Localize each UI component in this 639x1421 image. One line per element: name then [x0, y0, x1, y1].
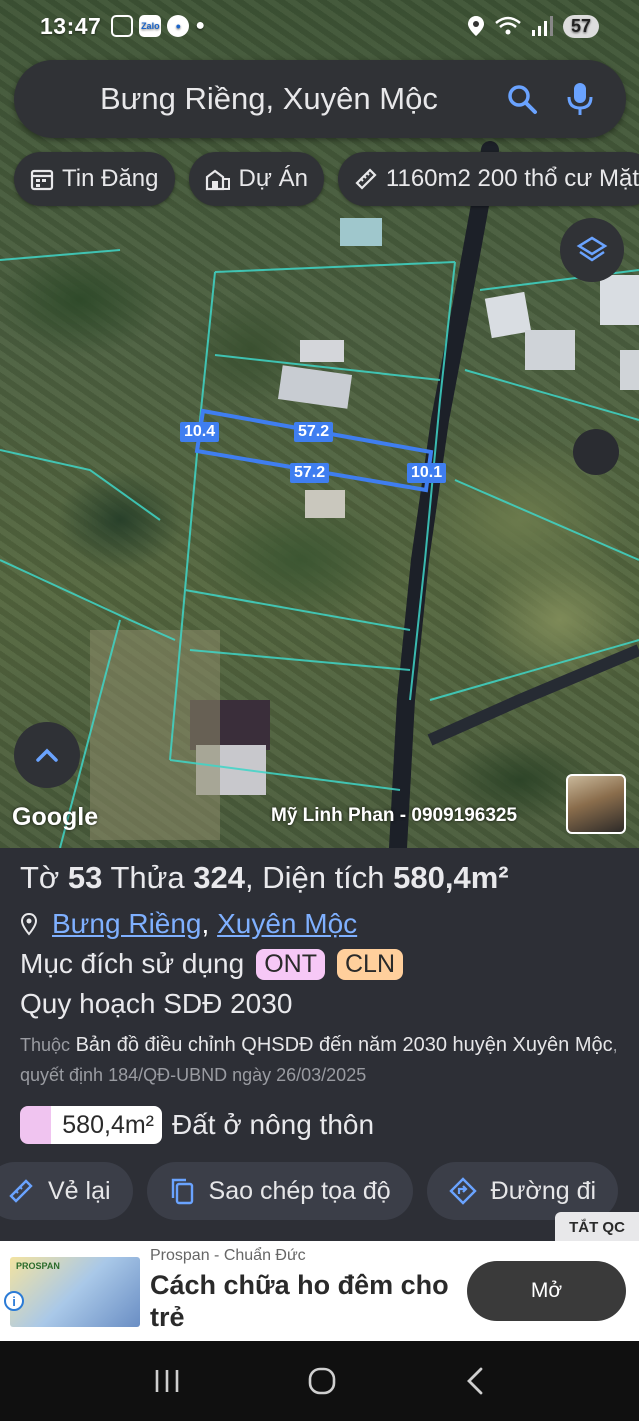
building-icon	[205, 169, 230, 191]
redraw-button[interactable]: Vẻ lại	[0, 1162, 133, 1220]
screenshot-icon	[111, 15, 134, 37]
ad-banner[interactable]: PROSPAN i Prospan - Chuẩn Đức Cách chữa …	[0, 1241, 639, 1341]
pin-icon	[20, 912, 38, 936]
zone-area-pill: 580,4m²	[20, 1106, 162, 1144]
ad-headline: Cách chữa ho đêm cho trẻ	[150, 1270, 449, 1332]
expand-panel-button[interactable]	[14, 722, 80, 788]
district-link[interactable]: Xuyên Mộc	[217, 908, 357, 939]
filter-chips: Tin Đăng Dự Án 1160m2 200 thổ cư Mặt	[14, 152, 639, 206]
location-marker-button[interactable]	[573, 429, 619, 475]
purpose-label: Mục đích sử dụng	[20, 948, 245, 979]
sheet-label: Tờ	[20, 860, 60, 895]
copy-icon	[171, 1178, 193, 1205]
owner-contact-label[interactable]: Mỹ Linh Phan - 0909196325	[271, 805, 517, 827]
owner-avatar[interactable]	[566, 774, 626, 834]
system-icons: 57	[467, 14, 599, 38]
action-buttons: Vẻ lại Sao chép tọa độ Đường đi	[0, 1162, 619, 1220]
chip-area-filter[interactable]: 1160m2 200 thổ cư Mặt	[337, 152, 639, 206]
system-nav-bar	[0, 1341, 639, 1421]
copy-coordinates-label: Sao chép tọa độ	[208, 1176, 391, 1205]
dimension-label-east: 10.1	[407, 463, 447, 483]
voice-search-button[interactable]	[558, 77, 602, 121]
location-separator: ,	[201, 908, 218, 939]
ad-image-caption: PROSPAN	[16, 1261, 60, 1271]
purpose-badge-ont: ONT	[256, 948, 325, 980]
layers-button[interactable]	[560, 218, 624, 282]
parcel-location: Bưng Riềng, Xuyên Mộc	[20, 908, 619, 940]
dimension-label-south: 57.2	[290, 463, 330, 483]
search-bar[interactable]: Bưng Riềng, Xuyên Mộc	[14, 60, 626, 138]
area-label: , Diện tích	[244, 860, 385, 895]
ad-info-icon[interactable]: i	[4, 1291, 24, 1311]
chip-label: Tin Đăng	[62, 165, 159, 192]
zone-label: Đất ở nông thôn	[172, 1109, 375, 1140]
layers-icon	[576, 236, 608, 262]
dimension-label-west: 10.4	[180, 422, 220, 442]
battery-indicator: 57	[562, 14, 599, 38]
location-icon	[467, 16, 484, 36]
ruler-icon	[355, 168, 377, 190]
search-button[interactable]	[500, 77, 544, 121]
app-icon: ●	[167, 15, 190, 37]
zalo-icon: Zalo	[139, 15, 162, 37]
search-icon	[508, 85, 537, 114]
status-time: 13:47	[40, 12, 102, 39]
chip-label: Dự Án	[238, 165, 308, 192]
sheet-number: 53	[67, 860, 103, 895]
wifi-icon	[495, 16, 521, 35]
mic-icon	[567, 83, 593, 115]
commune-link[interactable]: Bưng Riềng	[52, 908, 202, 939]
chip-du-an[interactable]: Dự Án	[188, 152, 324, 206]
ad-open-button[interactable]: Mở	[467, 1261, 626, 1321]
chip-label: 1160m2 200 thổ cư Mặt	[385, 165, 639, 192]
directions-icon	[448, 1177, 477, 1205]
chevron-up-icon	[36, 748, 58, 762]
land-use-purpose: Mục đích sử dụng ONT CLN	[20, 948, 619, 980]
dot-icon: ●	[195, 17, 205, 34]
home-icon[interactable]	[307, 1366, 337, 1396]
chip-tin-dang[interactable]: Tin Đăng	[14, 152, 175, 206]
zone-row: 580,4m² Đất ở nông thôn	[20, 1106, 619, 1144]
redraw-icon	[9, 1179, 33, 1203]
plot-number: 324	[193, 860, 245, 895]
recent-apps-icon[interactable]	[153, 1368, 181, 1394]
signal-icon	[531, 16, 553, 36]
ad-brand: Prospan - Chuẩn Đức	[150, 1247, 306, 1264]
google-logo: Google	[12, 803, 99, 831]
status-bar: 13:47 Zalo ● ● 57	[0, 0, 639, 52]
plot-label: Thửa	[110, 860, 185, 895]
redraw-label: Vẻ lại	[48, 1176, 111, 1205]
search-query[interactable]: Bưng Riềng, Xuyên Mộc	[100, 81, 486, 117]
calendar-icon	[30, 169, 54, 191]
plan-title: Quy hoạch SDĐ 2030	[20, 988, 293, 1019]
dimension-label-north: 57.2	[294, 422, 334, 442]
parcel-title: Tờ 53 Thửa 324, Diện tích 580,4m²	[20, 860, 619, 896]
directions-label: Đường đi	[490, 1176, 597, 1205]
desc-prefix: Thuộc	[20, 1035, 71, 1055]
plan-description: Thuộc Bản đồ điều chỉnh QHSDĐ đến năm 20…	[20, 1030, 619, 1090]
close-ad-button[interactable]: TẮT QC	[555, 1212, 639, 1242]
purpose-badge-cln: CLN	[336, 948, 403, 980]
parcel-info-panel: Tờ 53 Thửa 324, Diện tích 580,4m² Bưng R…	[0, 848, 639, 1144]
ad-image: PROSPAN	[10, 1257, 140, 1327]
notification-icons: Zalo ● ●	[111, 15, 205, 37]
copy-coordinates-button[interactable]: Sao chép tọa độ	[146, 1162, 413, 1220]
back-icon[interactable]	[464, 1366, 486, 1396]
desc-main: Bản đồ điều chỉnh QHSDĐ đến năm 2030 huy…	[75, 1034, 613, 1056]
area-value: 580,4m²	[393, 860, 509, 895]
